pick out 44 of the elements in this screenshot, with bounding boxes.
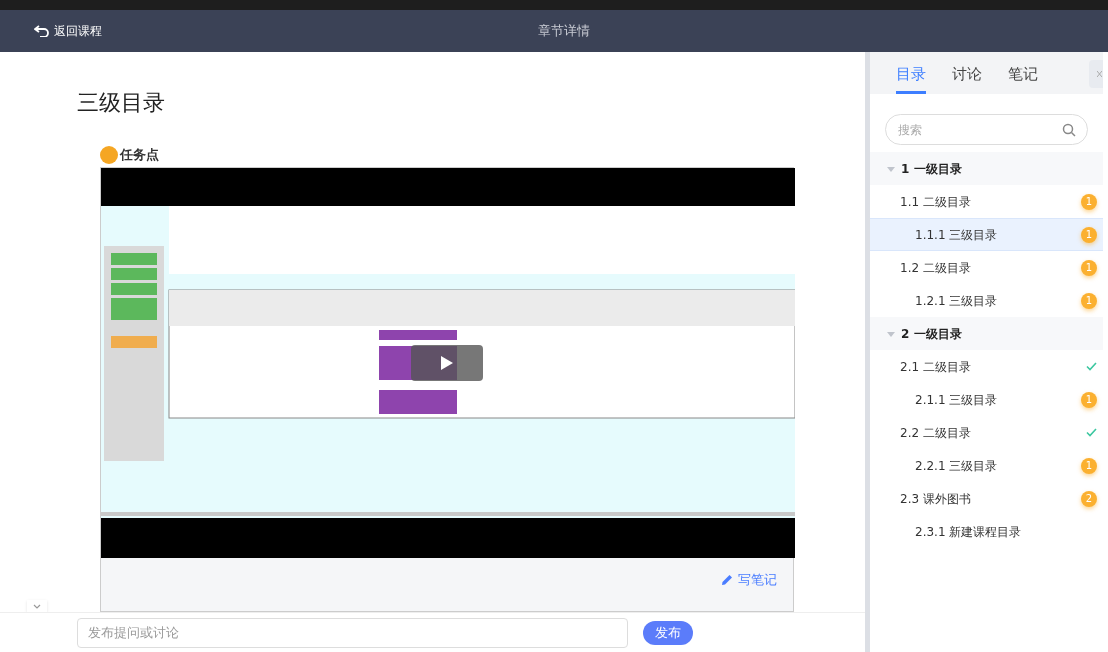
close-icon bbox=[1097, 70, 1102, 78]
section-heading: 三级目录 bbox=[77, 89, 165, 117]
tree-group-label: 2 一级目录 bbox=[901, 325, 962, 343]
count-badge: 1 bbox=[1081, 292, 1097, 309]
discussion-input-field[interactable]: 发布提问或讨论 bbox=[77, 617, 628, 648]
search-icon bbox=[1062, 123, 1076, 137]
count-badge: 2 bbox=[1081, 490, 1097, 507]
check-icon bbox=[1086, 428, 1097, 437]
publish-button[interactable]: 发布 bbox=[643, 620, 693, 645]
collapse-tab[interactable] bbox=[27, 600, 47, 612]
check-icon bbox=[1086, 362, 1097, 371]
tree-item-label: 2.2 二级目录 bbox=[900, 424, 972, 442]
count-badge: 1 bbox=[1081, 457, 1097, 474]
back-arrow-icon bbox=[34, 25, 50, 37]
tree-item-label: 1.2 二级目录 bbox=[900, 259, 972, 277]
tree-item-label: 1.1.1 三级目录 bbox=[915, 226, 999, 244]
task-label: 任务点 bbox=[120, 146, 159, 164]
tree-group-label: 1 一级目录 bbox=[901, 160, 962, 178]
panel-tab[interactable]: 目录 bbox=[896, 62, 926, 94]
tree-item-label: 2.1.1 三级目录 bbox=[915, 391, 999, 409]
play-icon bbox=[440, 355, 454, 371]
panel-tab[interactable]: 笔记 bbox=[1008, 62, 1038, 94]
tree-group[interactable]: 1 一级目录 bbox=[870, 152, 1103, 185]
tree-item-label: 1.1 二级目录 bbox=[900, 193, 972, 211]
tree-item-label: 2.3 课外图书 bbox=[900, 490, 972, 508]
search-field[interactable]: 搜索 bbox=[885, 114, 1088, 145]
tree-item-label: 2.3.1 新建课程目录 bbox=[915, 523, 1023, 541]
count-badge: 1 bbox=[1081, 391, 1097, 408]
tree-item-label: 2.2.1 三级目录 bbox=[915, 457, 999, 475]
back-link[interactable]: 返回课程 bbox=[34, 22, 102, 40]
tree-item-label: 1.2.1 三级目录 bbox=[915, 292, 999, 310]
tree-item[interactable]: 1.1.1 三级目录 1 bbox=[870, 218, 1103, 251]
count-badge: 1 bbox=[1081, 226, 1097, 243]
write-note-link[interactable]: 写笔记 bbox=[720, 570, 777, 590]
panel-tab[interactable]: 讨论 bbox=[952, 62, 982, 94]
play-button[interactable] bbox=[411, 345, 483, 381]
tree-item-label: 2.1 二级目录 bbox=[900, 358, 972, 376]
page-title: 章节详情 bbox=[538, 22, 590, 41]
pencil-icon bbox=[720, 572, 734, 587]
tree-group[interactable]: 2 一级目录 bbox=[870, 317, 1103, 350]
count-badge: 1 bbox=[1081, 193, 1097, 210]
close-tab[interactable] bbox=[1089, 60, 1103, 88]
chevron-down-icon bbox=[33, 603, 41, 609]
count-badge: 1 bbox=[1081, 259, 1097, 276]
